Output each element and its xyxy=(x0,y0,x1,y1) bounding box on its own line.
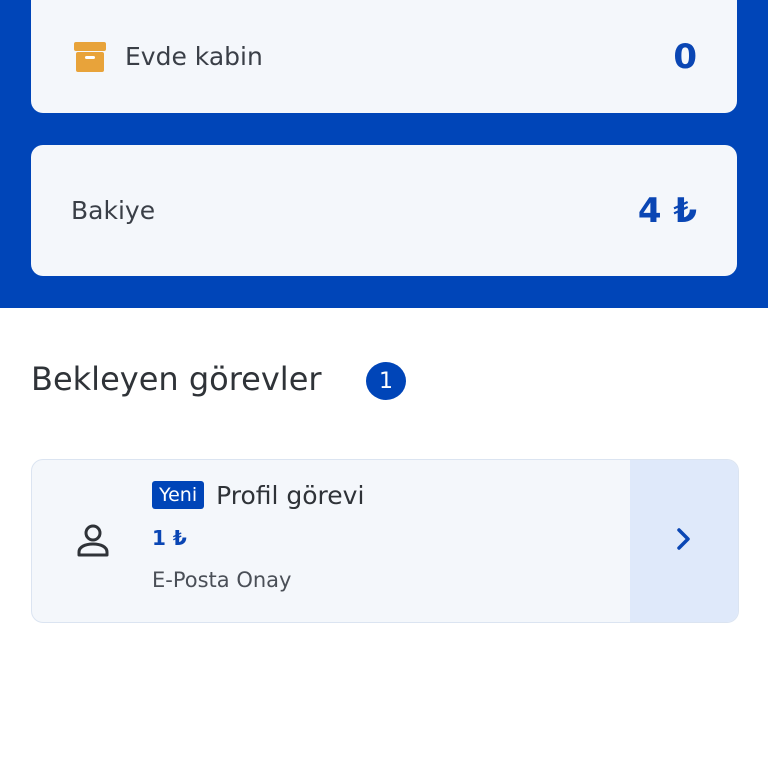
home-cabin-label: Evde kabin xyxy=(125,42,263,71)
task-description: E-Posta Onay xyxy=(152,568,292,592)
task-open-button[interactable] xyxy=(630,460,738,622)
balance-label: Bakiye xyxy=(71,196,156,225)
task-body: Yeni Profil görevi 1 ₺ E-Posta Onay xyxy=(152,474,364,592)
chevron-right-icon xyxy=(674,526,694,556)
balance-value: 4 ₺ xyxy=(637,190,697,231)
archive-box-icon xyxy=(73,39,107,75)
home-cabin-card: Evde kabin 0 xyxy=(31,0,737,113)
task-card[interactable]: Yeni Profil görevi 1 ₺ E-Posta Onay xyxy=(31,459,739,623)
task-title: Profil görevi xyxy=(216,480,365,510)
task-reward: 1 ₺ xyxy=(152,526,187,550)
user-icon xyxy=(74,522,112,560)
home-cabin-value: 0 xyxy=(673,36,697,77)
balance-card: Bakiye 4 ₺ xyxy=(31,145,737,276)
pending-tasks-title: Bekleyen görevler xyxy=(31,360,322,398)
pending-tasks-count-badge: 1 xyxy=(366,362,406,400)
new-badge: Yeni xyxy=(152,480,205,510)
